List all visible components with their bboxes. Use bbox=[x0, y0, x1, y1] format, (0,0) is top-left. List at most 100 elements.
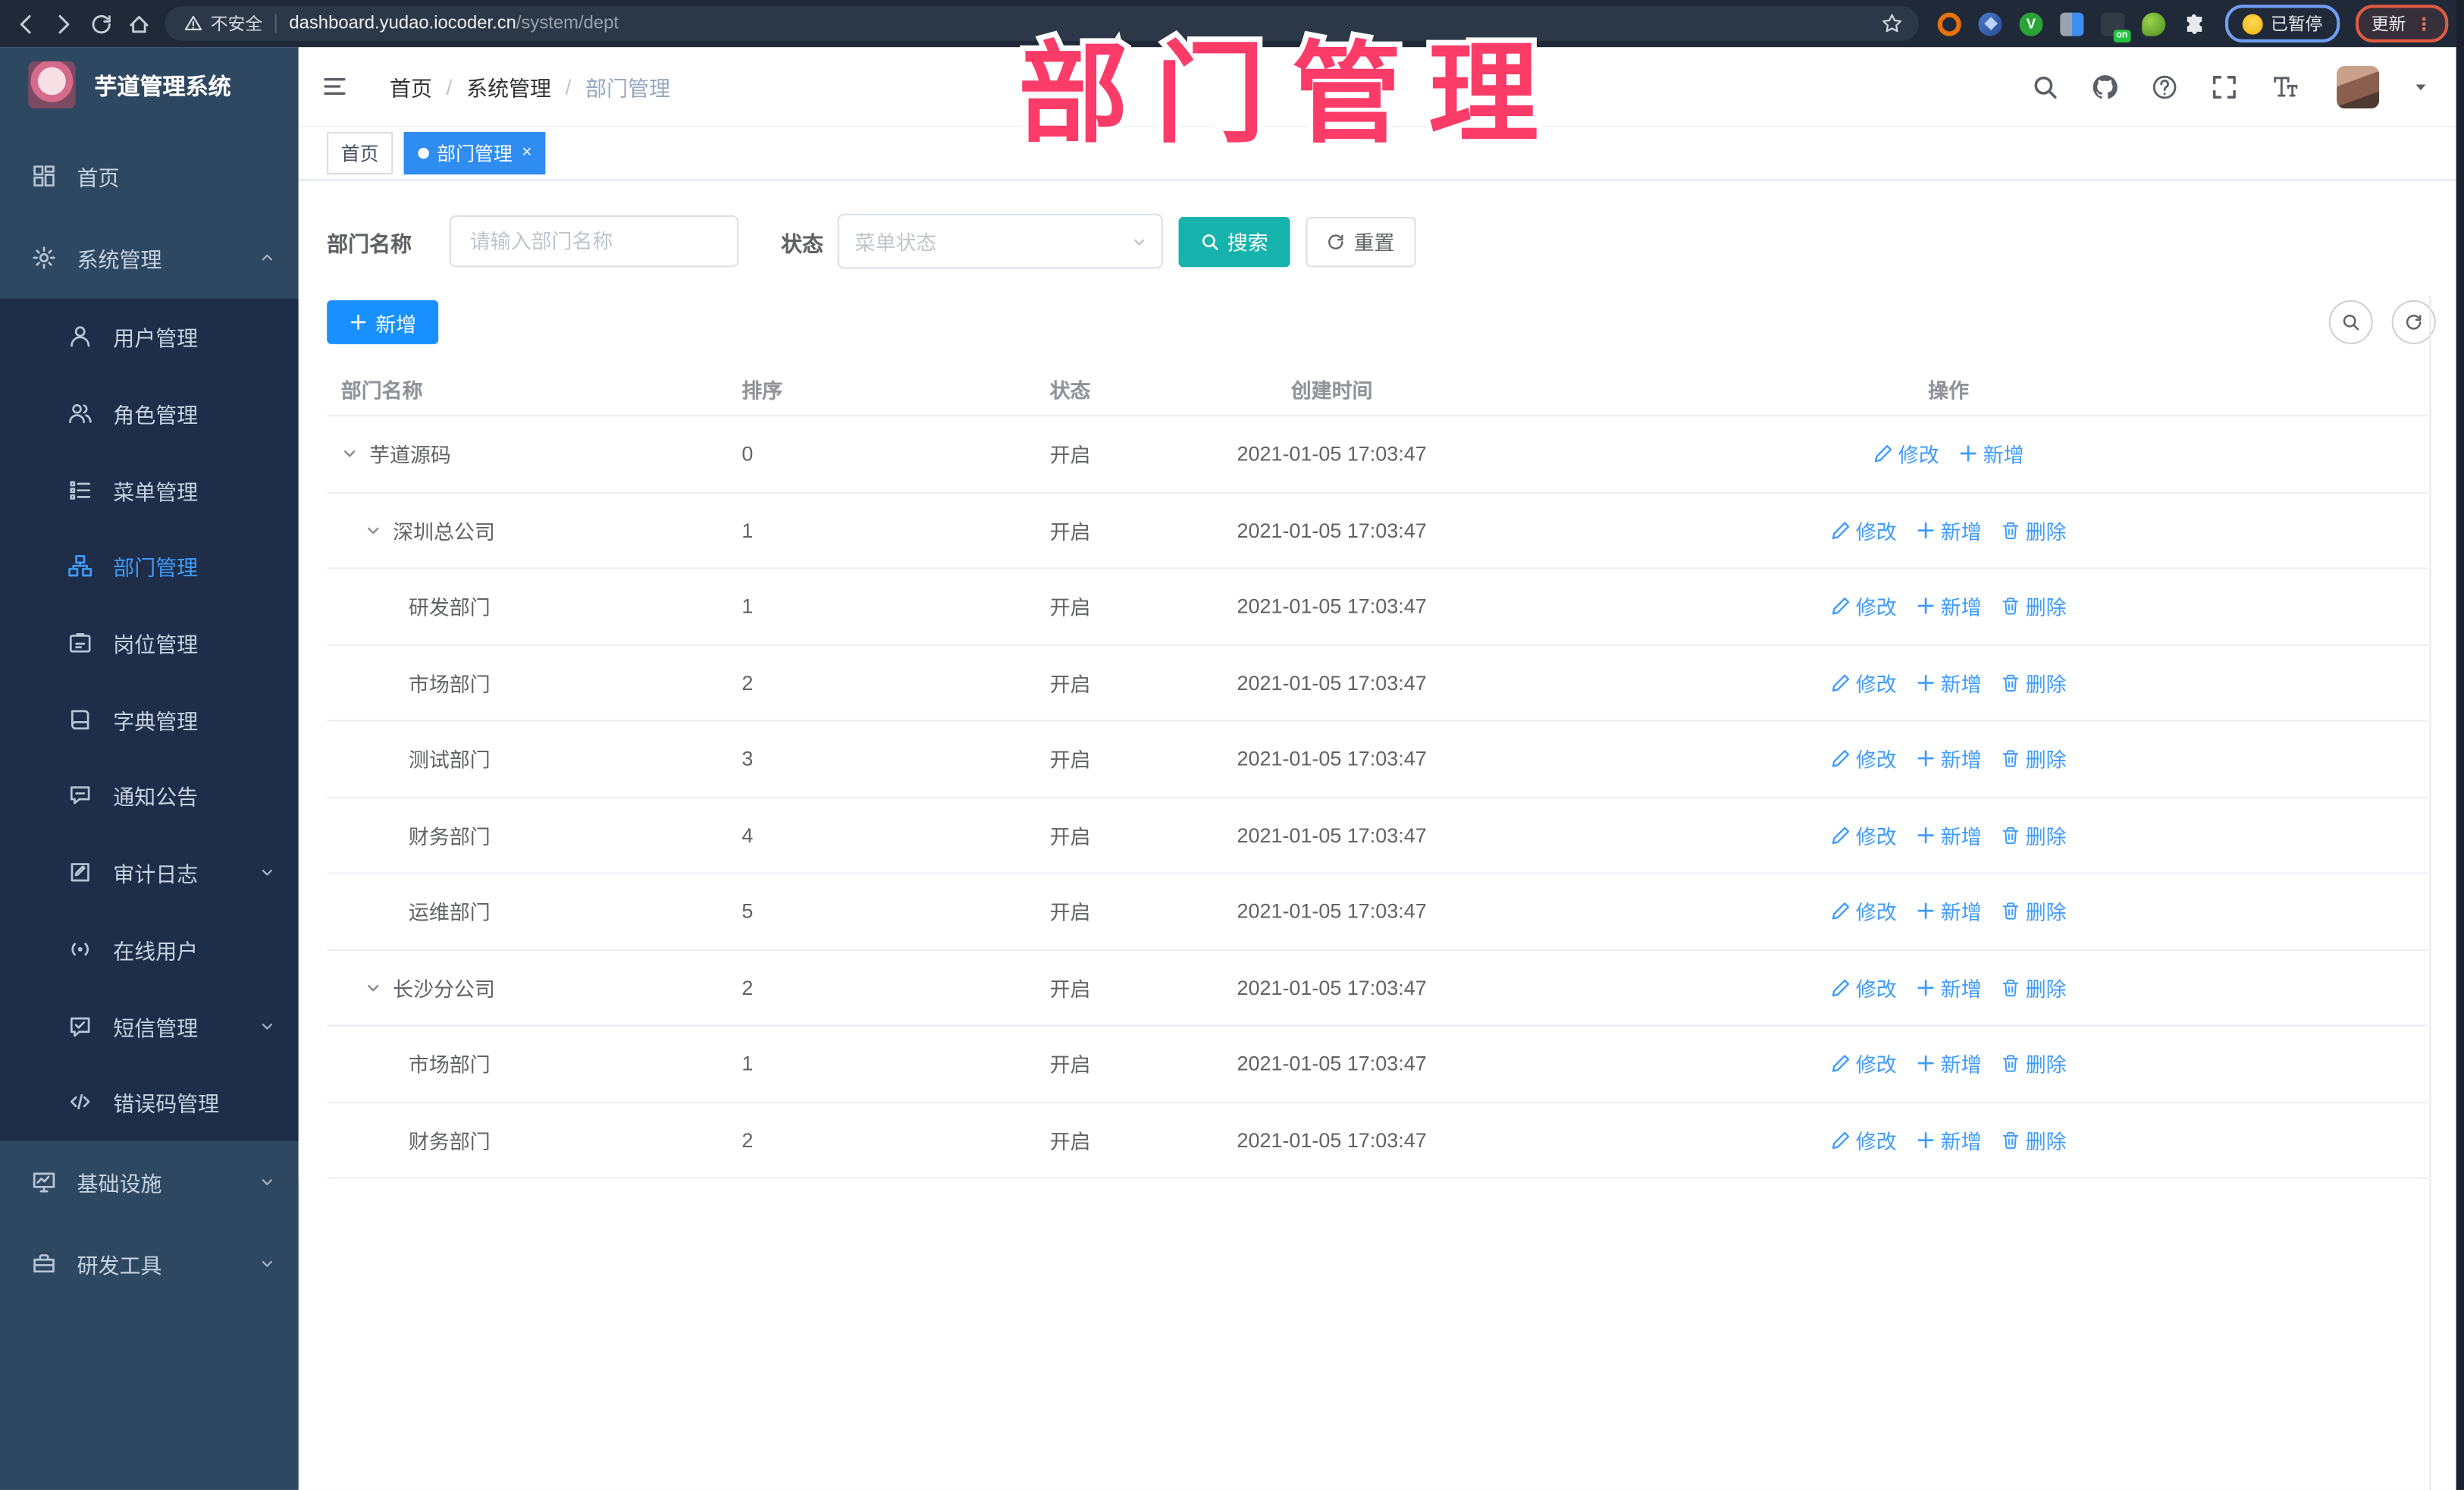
user-avatar[interactable] bbox=[2337, 65, 2380, 108]
toolbox-icon bbox=[31, 1250, 56, 1275]
delete-link[interactable]: 删除 bbox=[2001, 515, 2067, 544]
tab-部门管理[interactable]: 部门管理 × bbox=[403, 132, 547, 175]
breadcrumb-item[interactable]: 首页 bbox=[390, 71, 432, 102]
reset-button[interactable]: 重置 bbox=[1306, 215, 1416, 267]
sidebar-item-errcode[interactable]: 错误码管理 bbox=[0, 1063, 299, 1140]
expand-chevron-icon[interactable] bbox=[363, 520, 384, 541]
sidebar-item-dept[interactable]: 部门管理 bbox=[0, 528, 299, 605]
add-button[interactable]: 新增 bbox=[327, 300, 439, 344]
extension-grid-icon[interactable] bbox=[2060, 11, 2084, 36]
hamburger-icon[interactable] bbox=[321, 74, 349, 99]
sidebar-item-sms[interactable]: 短信管理 bbox=[0, 987, 299, 1064]
sidebar-item-system[interactable]: 系统管理 bbox=[0, 217, 299, 299]
update-label: 更新 bbox=[2371, 15, 2406, 35]
help-icon[interactable] bbox=[2152, 73, 2178, 99]
extension-leaf-icon[interactable] bbox=[2142, 11, 2166, 36]
delete-link[interactable]: 删除 bbox=[2001, 896, 2067, 926]
delete-link[interactable]: 删除 bbox=[2001, 972, 2067, 1002]
modify-link[interactable]: 修改 bbox=[1831, 1125, 1897, 1155]
add-link[interactable]: 新增 bbox=[1916, 820, 1982, 849]
dept-name-input[interactable] bbox=[449, 215, 739, 268]
sidebar-item-online[interactable]: 在线用户 bbox=[0, 911, 299, 988]
delete-link[interactable]: 删除 bbox=[2001, 1049, 2067, 1078]
add-link[interactable]: 新增 bbox=[1916, 667, 1982, 697]
add-link[interactable]: 新增 bbox=[1916, 744, 1982, 773]
extension-green-icon[interactable] bbox=[2019, 11, 2043, 36]
status-select[interactable]: 菜单状态 bbox=[837, 213, 1163, 269]
address-bar[interactable]: 不安全 dashboard.yudao.iocoder.cn/system/de… bbox=[165, 6, 1919, 41]
github-icon[interactable] bbox=[2092, 73, 2118, 99]
search-button[interactable]: 搜索 bbox=[1178, 215, 1290, 267]
caret-down-icon[interactable] bbox=[2412, 78, 2430, 96]
extension-switch-icon[interactable] bbox=[2101, 11, 2131, 42]
extension-orange-icon[interactable] bbox=[1937, 11, 1961, 36]
add-link[interactable]: 新增 bbox=[1916, 515, 1982, 544]
modify-link[interactable]: 修改 bbox=[1831, 1049, 1897, 1078]
trash-icon bbox=[2001, 673, 2021, 693]
sidebar-item-role[interactable]: 角色管理 bbox=[0, 375, 299, 452]
sidebar-item-user[interactable]: 用户管理 bbox=[0, 298, 299, 375]
expand-chevron-icon[interactable] bbox=[340, 444, 360, 464]
status-cell: 开启 bbox=[1049, 672, 1091, 696]
back-icon[interactable] bbox=[14, 12, 38, 36]
tab-首页[interactable]: 首页 bbox=[327, 132, 393, 175]
add-link[interactable]: 新增 bbox=[1916, 972, 1982, 1002]
add-link[interactable]: 新增 bbox=[1916, 1049, 1982, 1078]
delete-link[interactable]: 删除 bbox=[2001, 667, 2067, 697]
sidebar-item-tools[interactable]: 研发工具 bbox=[0, 1222, 299, 1304]
create-time-cell: 2021-01-05 17:03:47 bbox=[1237, 975, 1427, 999]
modify-link[interactable]: 修改 bbox=[1831, 744, 1897, 773]
dept-name-cell: 研发部门 bbox=[408, 596, 491, 620]
breadcrumb: 首页 / 系统管理 / 部门管理 bbox=[390, 71, 670, 102]
delete-link[interactable]: 删除 bbox=[2001, 591, 2067, 621]
profile-paused-pill[interactable]: 已暂停 bbox=[2224, 5, 2340, 42]
extension-blue-icon[interactable] bbox=[1978, 11, 2002, 36]
modify-link[interactable]: 修改 bbox=[1873, 439, 1939, 469]
add-link[interactable]: 新增 bbox=[1916, 896, 1982, 926]
delete-link[interactable]: 删除 bbox=[2001, 1125, 2067, 1155]
add-link[interactable]: 新增 bbox=[1958, 439, 2024, 469]
sidebar-item-dict[interactable]: 字典管理 bbox=[0, 681, 299, 758]
add-link[interactable]: 新增 bbox=[1916, 591, 1982, 621]
reload-icon[interactable] bbox=[89, 12, 113, 36]
extensions-puzzle-icon[interactable] bbox=[2183, 12, 2206, 36]
close-icon[interactable]: × bbox=[522, 144, 531, 162]
sidebar-item-menu[interactable]: 菜单管理 bbox=[0, 451, 299, 529]
plus-icon bbox=[349, 312, 368, 331]
action-cell: 修改 新增 删除 bbox=[1469, 1125, 2428, 1155]
plus-icon bbox=[1916, 673, 1936, 693]
hide-search-button[interactable] bbox=[2328, 300, 2373, 344]
modify-link[interactable]: 修改 bbox=[1831, 591, 1897, 621]
modify-link[interactable]: 修改 bbox=[1831, 667, 1897, 697]
column-header: 创建时间 bbox=[1290, 378, 1373, 402]
sidebar-item-audit[interactable]: 审计日志 bbox=[0, 834, 299, 911]
sidebar-item-post[interactable]: 岗位管理 bbox=[0, 604, 299, 682]
fullscreen-icon[interactable] bbox=[2211, 73, 2237, 99]
bookmark-star-icon[interactable] bbox=[1881, 13, 1903, 35]
sidebar-item-home[interactable]: 首页 bbox=[0, 135, 299, 217]
browser-menu-icon[interactable]: ⋮ bbox=[2415, 14, 2433, 34]
modify-link[interactable]: 修改 bbox=[1831, 972, 1897, 1002]
sidebar-item-notice[interactable]: 通知公告 bbox=[0, 758, 299, 835]
page-url[interactable]: dashboard.yudao.iocoder.cn/system/dept bbox=[289, 14, 619, 33]
home-icon[interactable] bbox=[127, 12, 151, 36]
expand-chevron-icon[interactable] bbox=[363, 977, 384, 998]
browser-update-button[interactable]: 更新 ⋮ bbox=[2355, 5, 2449, 42]
app-logo-row[interactable]: 芋道管理系统 bbox=[0, 47, 299, 122]
delete-link[interactable]: 删除 bbox=[2001, 744, 2067, 773]
font-size-icon[interactable] bbox=[2271, 73, 2298, 99]
search-icon[interactable] bbox=[2032, 73, 2058, 99]
insecure-label[interactable]: 不安全 bbox=[211, 11, 262, 36]
modify-link[interactable]: 修改 bbox=[1831, 820, 1897, 849]
forward-icon[interactable] bbox=[52, 12, 75, 36]
modify-link[interactable]: 修改 bbox=[1831, 896, 1897, 926]
breadcrumb-item[interactable]: 系统管理 bbox=[466, 71, 551, 102]
add-link[interactable]: 新增 bbox=[1916, 1125, 1982, 1155]
modify-link[interactable]: 修改 bbox=[1831, 515, 1897, 544]
table-row: 市场部门 2 开启 2021-01-05 17:03:47 修改 新增 删除 bbox=[327, 645, 2428, 722]
sidebar-item-infra[interactable]: 基础设施 bbox=[0, 1140, 299, 1222]
delete-link[interactable]: 删除 bbox=[2001, 820, 2067, 849]
sidebar-item-label: 基础设施 bbox=[77, 1172, 162, 1196]
status-cell: 开启 bbox=[1049, 977, 1091, 1001]
sort-cell: 2 bbox=[741, 975, 754, 999]
